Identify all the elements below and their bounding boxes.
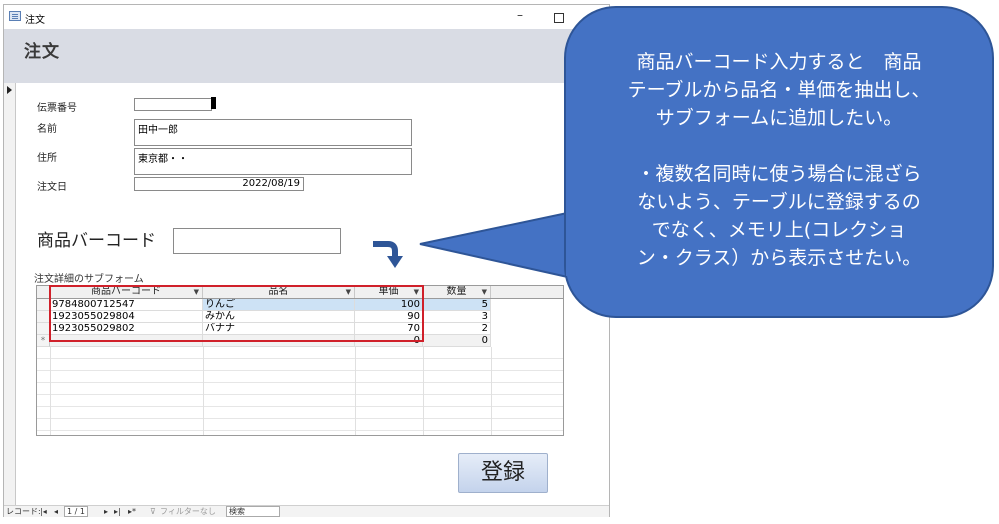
callout-line: ないよう、テーブルに登録するの: [637, 191, 921, 213]
callout-text: 商品バーコード入力すると 商品 テーブルから品名・単価を抽出し、 サブフォームに…: [572, 48, 986, 272]
callout-line: サブフォームに追加したい。: [655, 107, 903, 129]
callout-spacer: [572, 132, 986, 160]
callout-line: ン・クラス）から表示させたい。: [636, 247, 922, 269]
callout-line: テーブルから品名・単価を抽出し、: [627, 79, 931, 101]
callout-line: でなく、メモリ上(コレクショ: [651, 219, 907, 241]
callout-line: 商品バーコード入力すると 商品: [636, 51, 922, 73]
callout-line: ・複数名同時に使う場合に混ざら: [636, 163, 922, 185]
